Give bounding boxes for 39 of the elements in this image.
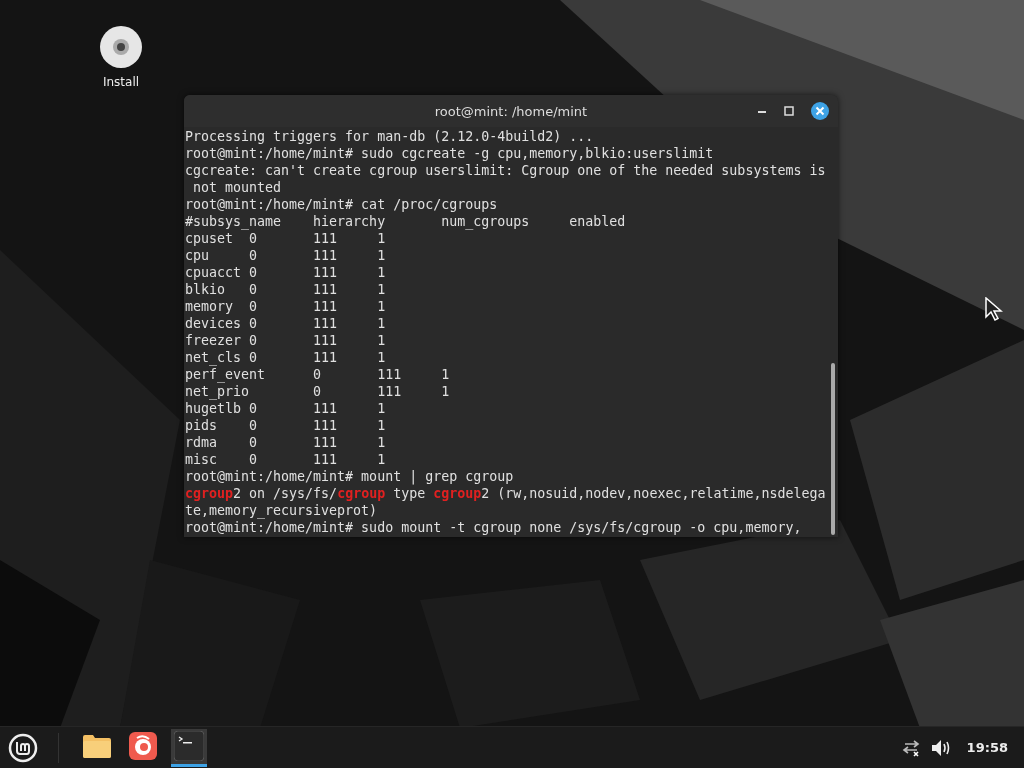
terminal-line: te,memory_recursiveprot)	[185, 502, 378, 519]
terminal-line: cpu 0 111 1	[185, 247, 386, 264]
maximize-icon[interactable]	[784, 106, 794, 116]
terminal-line: root@mint:/home/mint# mount | grep cgroup	[185, 468, 514, 485]
network-icon[interactable]	[900, 738, 921, 757]
minimize-icon[interactable]	[758, 109, 768, 113]
terminal-line: cgroup2 on /sys/fs/cgroup type cgroup2 (rw,nosuid,nodev,noexec,relatime,nsdelega	[185, 485, 826, 502]
folder-icon	[82, 733, 112, 759]
terminal-line: not mounted	[192, 179, 282, 196]
terminal-icon	[174, 731, 204, 761]
disc-icon[interactable]	[99, 25, 143, 69]
mint-logo-icon[interactable]	[8, 732, 38, 763]
terminal-line: Processing triggers for man-db (2.12.0-4build2) ...	[185, 128, 594, 145]
terminal-line: perf_event 0 111 1	[185, 366, 450, 383]
terminal-line: devices 0 111 1	[185, 315, 386, 332]
scrollbar-thumb[interactable]	[831, 363, 835, 535]
terminal-line: net_cls 0 111 1	[185, 349, 386, 366]
volume-icon[interactable]	[930, 738, 951, 757]
terminal-line: root@mint:/home/mint# sudo cgcreate -g cpu,memory,blkio:userslimit	[185, 145, 714, 162]
terminal-line: root@mint:/home/mint# sudo mount -t cgroup none /sys/fs/cgroup -o cpu,memory,	[185, 519, 802, 536]
terminal-line: cpuset 0 111 1	[185, 230, 386, 247]
terminal-line: rdma 0 111 1	[185, 434, 386, 451]
terminal-line: #subsys_name hierarchy num_cgroups enabled	[185, 213, 626, 230]
desktop-icon-label[interactable]: Install	[102, 75, 140, 89]
terminal-line: root@mint:/home/mint# cat /proc/cgroups	[185, 196, 498, 213]
terminal-line: hugetlb 0 111 1	[185, 400, 386, 417]
terminal-line: memory 0 111 1	[185, 298, 386, 315]
terminal-line: cpuacct 0 111 1	[185, 264, 386, 281]
cursor-icon	[985, 297, 1003, 321]
clock[interactable]: 19:58	[966, 740, 1008, 755]
terminal-line: pids 0 111 1	[185, 417, 386, 434]
terminal-line: blkio 0 111 1	[185, 281, 386, 298]
close-icon[interactable]	[810, 101, 830, 121]
terminal-line: cgcreate: can't create cgroup userslimit: Cgroup one of the needed subsystems is	[185, 162, 826, 179]
terminal-app-button[interactable]	[171, 728, 207, 767]
terminal-line: misc 0 111 1	[185, 451, 386, 468]
terminal-line: net_prio 0 111 1	[185, 383, 450, 400]
terminal-line: freezer 0 111 1	[185, 332, 386, 349]
window-title: root@mint: /home/mint	[434, 103, 588, 119]
